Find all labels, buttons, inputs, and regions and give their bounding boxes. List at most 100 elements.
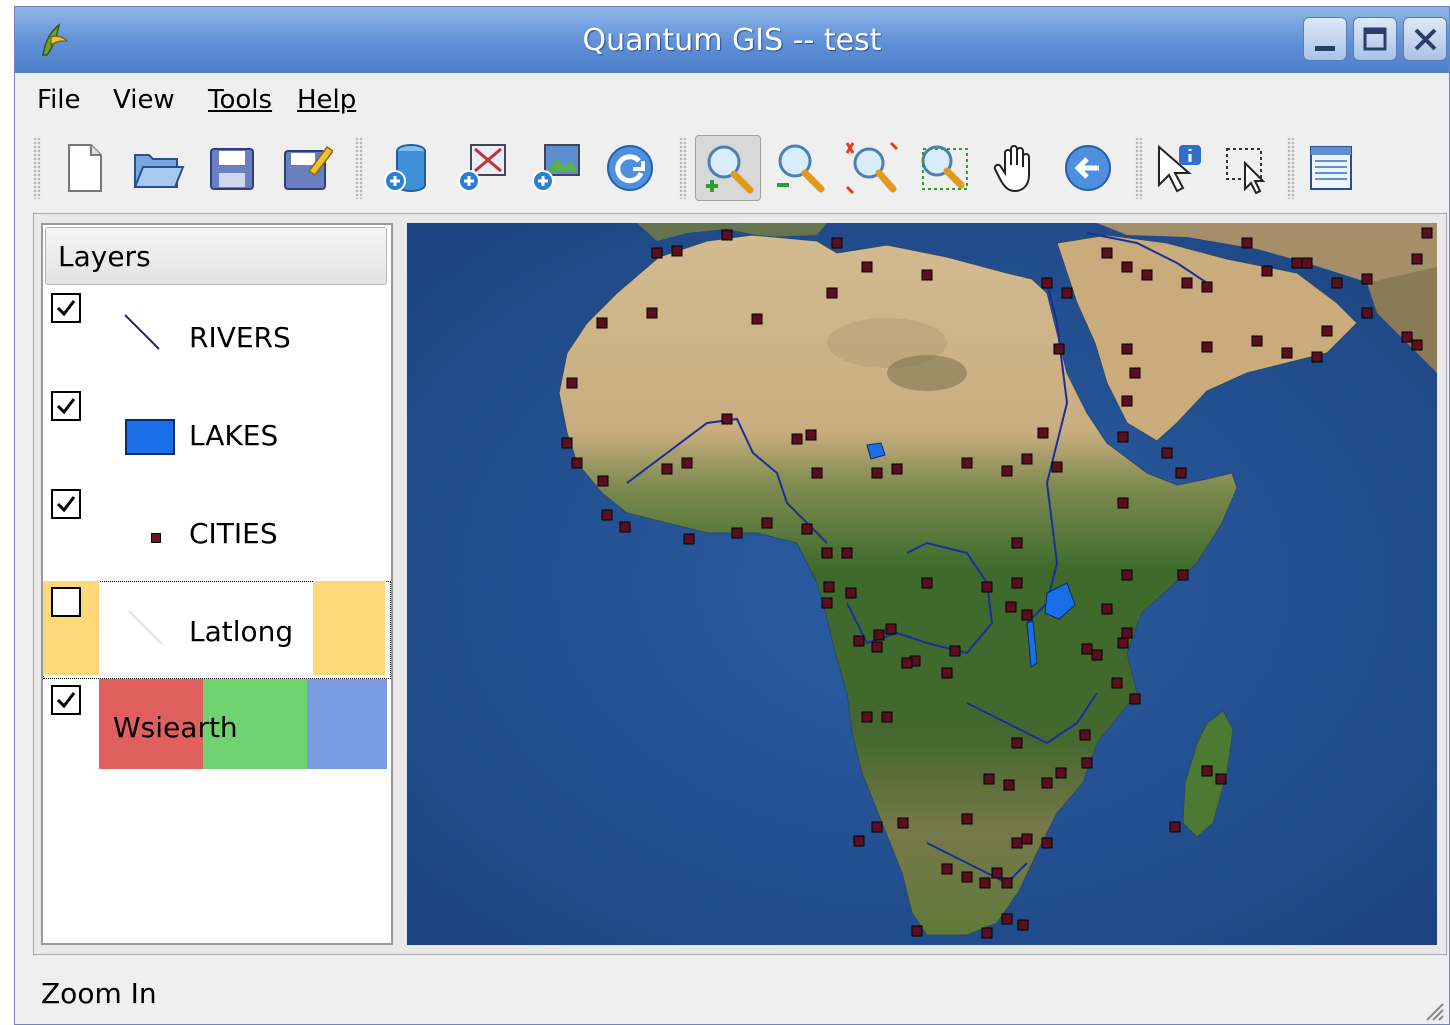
attribute-table-button[interactable] xyxy=(1297,135,1363,201)
city-marker xyxy=(941,667,953,679)
select-features-button[interactable] xyxy=(1215,135,1281,201)
legend-item-lakes[interactable]: LAKES xyxy=(43,385,391,483)
save-as-button[interactable] xyxy=(273,135,339,201)
layer-name: CITIES xyxy=(189,517,278,550)
open-project-button[interactable] xyxy=(125,135,191,201)
legend-panel[interactable]: Layers RIVERS LAKES CITIES Latlong Wsiea… xyxy=(41,223,393,945)
legend-item-rivers[interactable]: RIVERS xyxy=(43,287,391,385)
toolbar xyxy=(15,129,1449,325)
point-symbol-icon xyxy=(151,533,161,543)
new-project-button[interactable] xyxy=(51,135,117,201)
city-marker xyxy=(1041,837,1053,849)
layer-visibility-checkbox[interactable] xyxy=(51,489,81,519)
city-marker xyxy=(1361,273,1373,285)
city-marker xyxy=(1117,497,1129,509)
city-marker xyxy=(681,457,693,469)
checkmark-icon xyxy=(56,300,76,317)
map-canvas[interactable] xyxy=(407,223,1437,945)
city-marker xyxy=(571,457,583,469)
checkmark-icon xyxy=(56,496,76,513)
toolbar-grip[interactable] xyxy=(33,137,41,199)
menu-help[interactable]: Help xyxy=(297,85,356,115)
city-marker xyxy=(871,641,883,653)
minimize-button[interactable] xyxy=(1303,17,1347,61)
toolbar-grip[interactable] xyxy=(1287,137,1295,199)
pan-button[interactable] xyxy=(983,135,1049,201)
city-marker xyxy=(1021,453,1033,465)
city-marker xyxy=(826,287,838,299)
menu-file[interactable]: File xyxy=(37,85,81,115)
layer-visibility-checkbox[interactable] xyxy=(51,293,81,323)
city-marker xyxy=(721,229,733,241)
city-marker xyxy=(1421,227,1433,239)
city-marker xyxy=(981,927,993,939)
menu-bar: File View Tools Help xyxy=(15,73,1449,129)
city-marker xyxy=(1091,649,1103,661)
city-marker xyxy=(853,835,865,847)
refresh-button[interactable] xyxy=(597,135,663,201)
layer-name: LAKES xyxy=(189,419,279,452)
new-project-icon xyxy=(68,144,102,192)
add-database-layer-icon xyxy=(384,144,426,192)
layer-visibility-checkbox[interactable] xyxy=(51,587,81,617)
identify-icon xyxy=(1158,144,1201,193)
status-message: Zoom In xyxy=(41,977,157,1010)
status-bar: Zoom In xyxy=(15,959,1449,1024)
city-marker xyxy=(949,645,961,657)
city-marker xyxy=(1331,277,1343,289)
menu-tools[interactable]: Tools xyxy=(208,85,272,115)
save-project-button[interactable] xyxy=(199,135,265,201)
city-marker xyxy=(1181,277,1193,289)
save-as-icon xyxy=(284,145,333,190)
city-marker xyxy=(981,581,993,593)
maximize-button[interactable] xyxy=(1353,17,1397,61)
city-marker xyxy=(1041,277,1053,289)
add-raster-layer-button[interactable] xyxy=(523,135,589,201)
menu-view[interactable]: View xyxy=(113,85,175,115)
city-marker xyxy=(1061,287,1073,299)
legend-item-cities[interactable]: CITIES xyxy=(43,483,391,581)
toolbar-grip[interactable] xyxy=(355,137,363,199)
toolbar-grip[interactable] xyxy=(1135,137,1143,199)
legend-item-latlong[interactable]: Latlong xyxy=(43,581,391,679)
city-marker xyxy=(1111,677,1123,689)
city-marker xyxy=(1079,729,1091,741)
city-marker xyxy=(979,877,991,889)
add-database-layer-button[interactable] xyxy=(375,135,441,201)
city-marker xyxy=(671,245,683,257)
city-marker xyxy=(1281,347,1293,359)
zoom-previous-icon xyxy=(1065,145,1111,191)
add-vector-layer-button[interactable] xyxy=(449,135,515,201)
city-marker xyxy=(1321,325,1333,337)
city-marker xyxy=(1141,269,1153,281)
city-marker xyxy=(961,871,973,883)
toolbar-grip[interactable] xyxy=(679,137,687,199)
layer-visibility-checkbox[interactable] xyxy=(51,685,81,715)
city-marker xyxy=(1241,237,1253,249)
close-button[interactable] xyxy=(1403,17,1447,61)
city-marker xyxy=(831,237,843,249)
city-marker xyxy=(1121,343,1133,355)
resize-grip-icon[interactable] xyxy=(1423,1000,1445,1022)
title-bar[interactable]: Quantum GIS -- test xyxy=(15,7,1449,73)
city-marker xyxy=(1401,331,1413,343)
map-render[interactable] xyxy=(407,223,1437,945)
identify-button[interactable] xyxy=(1145,135,1211,201)
city-marker xyxy=(1411,339,1423,351)
zoom-out-button[interactable] xyxy=(767,135,833,201)
city-marker xyxy=(1101,603,1113,615)
legend-item-wsiearth[interactable]: Wsiearth xyxy=(43,679,391,777)
city-marker xyxy=(853,635,865,647)
zoom-in-button[interactable] xyxy=(695,135,761,201)
city-marker xyxy=(1201,341,1213,353)
city-marker xyxy=(1261,265,1273,277)
city-marker xyxy=(1055,767,1067,779)
zoom-to-selection-button[interactable] xyxy=(911,135,977,201)
zoom-previous-button[interactable] xyxy=(1055,135,1121,201)
layer-visibility-checkbox[interactable] xyxy=(51,391,81,421)
legend-header[interactable]: Layers xyxy=(45,227,387,285)
city-marker xyxy=(1081,643,1093,655)
city-marker xyxy=(861,711,873,723)
zoom-full-button[interactable] xyxy=(839,135,905,201)
zoom-out-icon xyxy=(777,144,825,193)
